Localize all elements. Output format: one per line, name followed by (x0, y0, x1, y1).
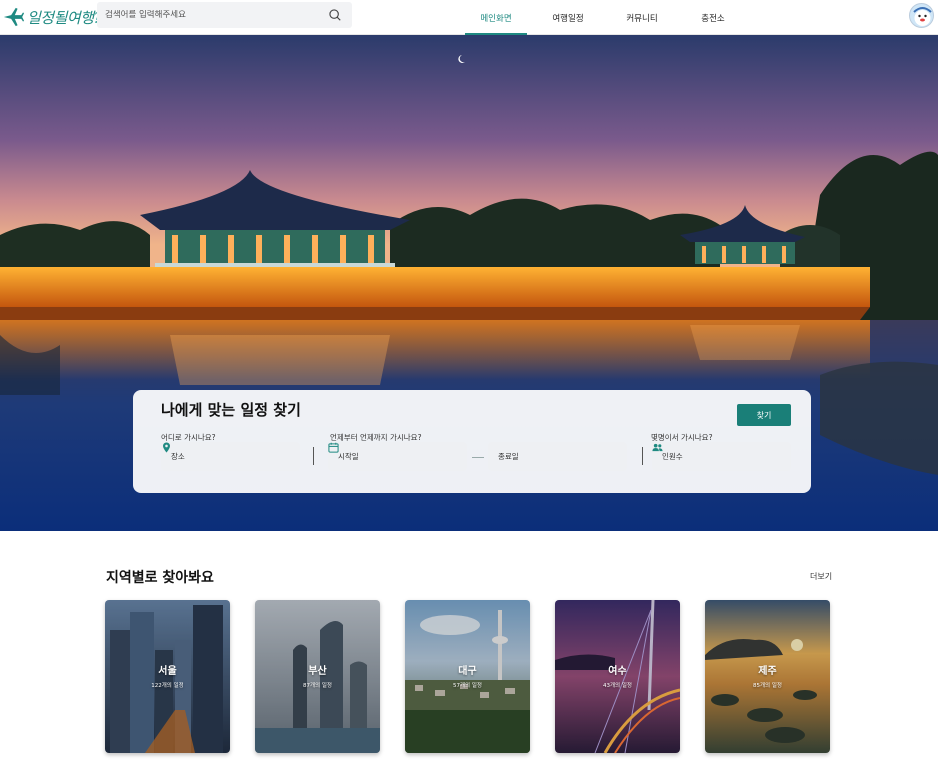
location-pin-icon (163, 442, 170, 453)
schedule-finder: 나에게 맞는 일정 찾기 찾기 어디로 가시나요? 장소 언제부터 언제까지 가… (133, 390, 811, 493)
start-date-value: 시작일 (338, 452, 359, 461)
region-card-jeju[interactable]: 제주 85개의 일정 (705, 600, 830, 753)
divider (642, 447, 643, 465)
end-date-field[interactable]: 종료일 (488, 442, 627, 471)
region-count: 57개의 일정 (453, 683, 482, 689)
region-name: 여수 (608, 666, 627, 677)
search-bar[interactable] (97, 2, 352, 28)
date-range-dash (472, 457, 484, 458)
hero-banner: 나에게 맞는 일정 찾기 찾기 어디로 가시나요? 장소 언제부터 언제까지 가… (0, 35, 938, 531)
region-name: 제주 (758, 666, 777, 677)
find-button[interactable]: 찾기 (737, 404, 791, 426)
nav-charging[interactable]: 충전소 (682, 0, 744, 35)
region-name: 서울 (158, 666, 177, 677)
region-count: 85개의 일정 (753, 683, 782, 689)
calendar-icon (328, 442, 339, 453)
region-card-yeosu[interactable]: 여수 43개의 일정 (555, 600, 680, 753)
user-avatar[interactable] (909, 3, 934, 28)
airplane-icon (3, 7, 24, 27)
region-name: 대구 (458, 666, 477, 677)
nav-community[interactable]: 커뮤니티 (611, 0, 673, 35)
place-field[interactable]: 장소 (161, 442, 300, 471)
region-card-busan[interactable]: 부산 87개의 일정 (255, 600, 380, 753)
region-name: 부산 (308, 666, 327, 677)
region-card-seoul[interactable]: 서울 122개의 일정 (105, 600, 230, 753)
more-link[interactable]: 더보기 (810, 571, 832, 582)
search-input[interactable] (105, 10, 328, 20)
search-icon[interactable] (328, 8, 342, 22)
logo[interactable]: 일정될여행? (2, 4, 102, 30)
region-count: 43개의 일정 (603, 683, 632, 689)
region-card-daegu[interactable]: 대구 57개의 일정 (405, 600, 530, 753)
section-title: 지역별로 찾아봐요 (106, 570, 214, 586)
divider (313, 447, 314, 465)
start-date-field[interactable]: 시작일 (328, 442, 467, 471)
region-count: 122개의 일정 (151, 683, 184, 689)
people-icon (652, 443, 663, 452)
nav-main[interactable]: 메인화면 (465, 0, 527, 35)
people-field[interactable]: 인원수 (652, 442, 791, 471)
place-value: 장소 (171, 452, 185, 461)
region-count: 87개의 일정 (303, 683, 332, 689)
nav-schedule[interactable]: 여행일정 (537, 0, 599, 35)
end-date-value: 종료일 (498, 452, 519, 461)
top-header: 일정될여행? 메인화면 여행일정 커뮤니티 충전소 (0, 0, 938, 35)
people-value: 인원수 (662, 452, 683, 461)
logo-text: 일정될여행? (27, 8, 102, 27)
finder-title: 나에게 맞는 일정 찾기 (161, 401, 301, 419)
